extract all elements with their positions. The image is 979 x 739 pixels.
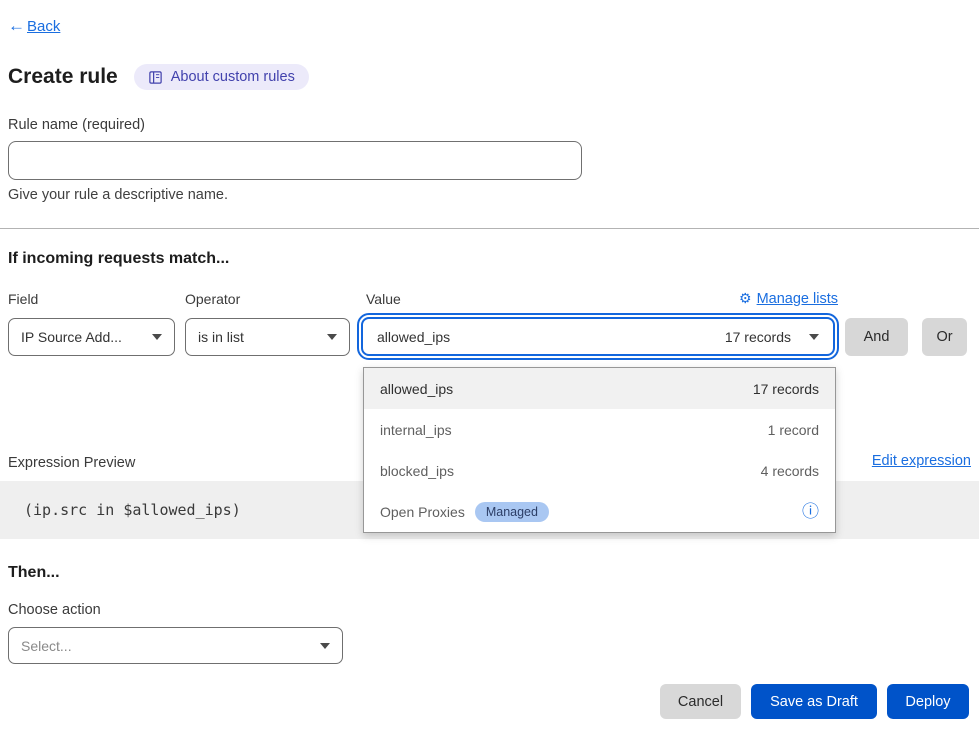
info-icon[interactable]: ⓘ: [802, 503, 819, 520]
value-dropdown-menu: allowed_ips 17 records internal_ips 1 re…: [363, 367, 836, 533]
manage-lists-link[interactable]: ⚙ Manage lists: [739, 290, 838, 307]
manage-lists-label: Manage lists: [757, 291, 838, 307]
create-rule-page: ← Back Create rule About custom rules Ru…: [0, 0, 979, 739]
operator-label: Operator: [185, 291, 240, 307]
expression-code: (ip.src in $allowed_ips): [24, 501, 241, 519]
value-select-records-count: 17 records: [725, 329, 791, 345]
action-select-placeholder: Select...: [21, 638, 72, 654]
save-as-draft-button[interactable]: Save as Draft: [751, 684, 877, 719]
dropdown-item-open-proxies[interactable]: Open Proxies Managed ⓘ: [364, 491, 835, 532]
dropdown-item-blocked-ips[interactable]: blocked_ips 4 records: [364, 450, 835, 491]
rule-name-label: Rule name (required): [8, 117, 145, 133]
managed-badge: Managed: [475, 502, 549, 522]
title-row: Create rule About custom rules: [8, 64, 309, 90]
choose-action-label: Choose action: [8, 602, 101, 618]
list-records-count: 4 records: [761, 463, 819, 479]
list-records-count: 17 records: [753, 381, 819, 397]
field-select-value: IP Source Add...: [21, 329, 122, 345]
chevron-down-icon: [320, 643, 330, 649]
value-select-value: allowed_ips: [377, 329, 450, 345]
back-link[interactable]: ← Back: [8, 16, 60, 36]
chevron-down-icon: [809, 334, 819, 340]
gear-icon: ⚙: [739, 290, 752, 307]
back-arrow-icon: ←: [8, 16, 25, 36]
list-name: blocked_ips: [380, 463, 454, 479]
list-name: Open Proxies: [380, 504, 465, 520]
match-section-heading: If incoming requests match...: [8, 250, 229, 268]
value-label: Value: [366, 291, 401, 307]
rule-name-input[interactable]: [8, 141, 582, 180]
value-select[interactable]: allowed_ips 17 records: [361, 317, 835, 356]
section-divider: [0, 228, 979, 229]
field-select[interactable]: IP Source Add...: [8, 318, 175, 356]
about-badge-label: About custom rules: [171, 69, 295, 85]
deploy-button[interactable]: Deploy: [887, 684, 969, 719]
edit-expression-link[interactable]: Edit expression: [872, 453, 971, 469]
field-label: Field: [8, 291, 38, 307]
expression-preview-label: Expression Preview: [8, 455, 135, 471]
dropdown-item-allowed-ips[interactable]: allowed_ips 17 records: [364, 368, 835, 409]
chevron-down-icon: [152, 334, 162, 340]
about-custom-rules-link[interactable]: About custom rules: [134, 64, 309, 90]
list-records-count: 1 record: [768, 422, 819, 438]
cancel-button[interactable]: Cancel: [660, 684, 741, 719]
action-select[interactable]: Select...: [8, 627, 343, 664]
dropdown-item-internal-ips[interactable]: internal_ips 1 record: [364, 409, 835, 450]
back-label: Back: [27, 18, 60, 35]
list-name: allowed_ips: [380, 381, 453, 397]
and-button[interactable]: And: [845, 318, 908, 356]
operator-select-value: is in list: [198, 329, 244, 345]
book-icon: [148, 70, 163, 85]
operator-select[interactable]: is in list: [185, 318, 350, 356]
or-button[interactable]: Or: [922, 318, 967, 356]
list-name: internal_ips: [380, 422, 452, 438]
chevron-down-icon: [327, 334, 337, 340]
then-section-heading: Then...: [8, 564, 60, 582]
page-title: Create rule: [8, 65, 118, 89]
rule-name-helper-text: Give your rule a descriptive name.: [8, 187, 228, 203]
